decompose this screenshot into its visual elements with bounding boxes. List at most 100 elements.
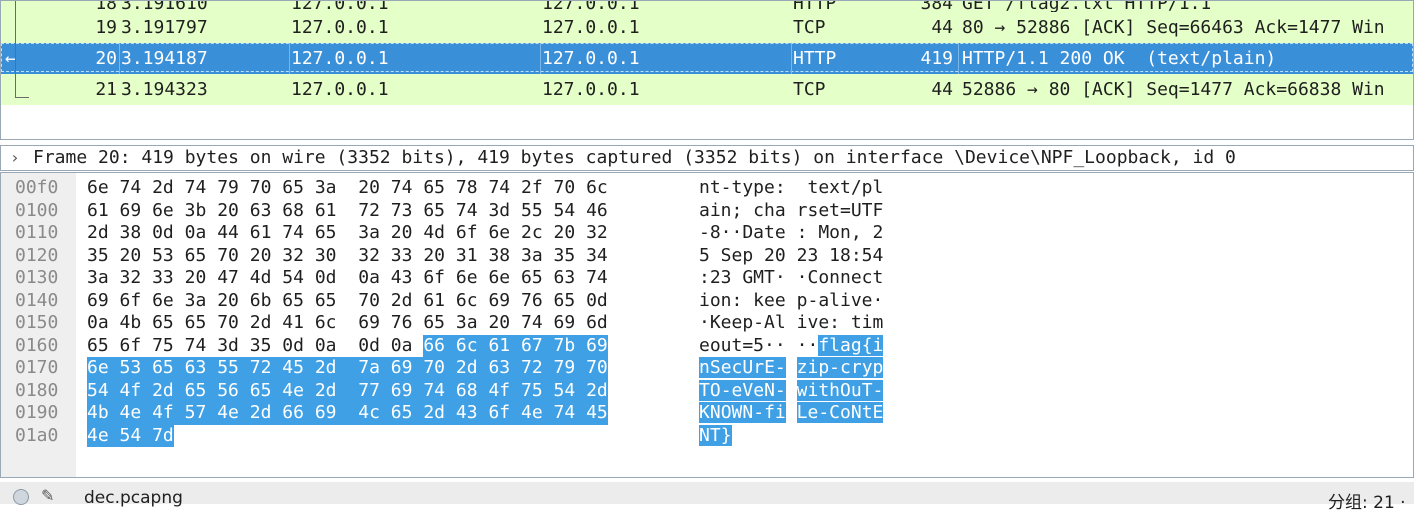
ascii-text[interactable]: ·Keep-Al — [699, 312, 786, 335]
hex-byte[interactable]: 32 — [120, 267, 142, 290]
hex-byte[interactable]: 70 — [358, 290, 380, 313]
hex-byte[interactable]: 61 — [423, 290, 445, 313]
hex-byte[interactable]: 2d — [423, 402, 456, 425]
packet-row[interactable]: 21 3.194323 127.0.0.1 127.0.0.1 TCP 44 52886 →… — [1, 74, 1413, 105]
hex-byte[interactable]: 33 — [391, 245, 413, 268]
hex-byte[interactable]: 6e — [488, 222, 510, 245]
hex-byte[interactable]: 68 — [455, 379, 489, 402]
hex-byte[interactable]: 70 — [586, 357, 608, 380]
ascii-text[interactable]: -8··Date — [699, 222, 786, 245]
hex-byte[interactable]: 6c — [315, 312, 337, 335]
packet-bytes-pane[interactable]: 00f0 6e 74 2d 74 79 70 65 3a 20 74 65 78 74 2f 70 6c nt-t… — [0, 172, 1414, 478]
hex-byte[interactable]: 6e — [87, 357, 120, 380]
hex-byte[interactable]: 7d — [152, 424, 174, 447]
ascii-text[interactable]: : Mon, 2 — [797, 222, 884, 245]
hex-byte[interactable]: 4e — [217, 402, 250, 425]
ascii-text[interactable]: rset=UTF — [797, 200, 884, 223]
hex-byte[interactable]: 3a — [358, 222, 380, 245]
hex-byte[interactable]: 57 — [184, 402, 218, 425]
ascii-text[interactable]: Le-CoNtE — [796, 402, 884, 425]
hex-byte[interactable]: 2d — [152, 177, 174, 200]
hex-byte[interactable]: 70 — [217, 312, 239, 335]
hex-byte[interactable]: 65 — [423, 312, 445, 335]
hex-byte[interactable]: 65 — [315, 290, 337, 313]
hex-byte[interactable]: 79 — [553, 357, 587, 380]
hex-byte[interactable]: 20 — [217, 290, 239, 313]
hex-byte[interactable]: 56 — [217, 379, 250, 402]
hex-byte[interactable]: 2d — [391, 290, 413, 313]
hex-byte[interactable]: 53 — [119, 357, 153, 380]
hex-byte[interactable]: 74 — [185, 177, 207, 200]
hex-byte[interactable]: 54 — [554, 200, 576, 223]
hex-byte[interactable]: 32 — [358, 245, 380, 268]
hex-byte[interactable]: 30 — [315, 245, 337, 268]
hex-byte[interactable]: 3a — [456, 312, 478, 335]
hex-byte[interactable]: 63 — [184, 357, 218, 380]
hex-byte[interactable]: 65 — [315, 222, 337, 245]
ascii-text[interactable]: KNOWN-fi — [699, 402, 786, 425]
ascii-text[interactable]: 23 18:54 — [797, 245, 884, 268]
ascii-text[interactable]: ive: tim — [797, 312, 884, 335]
hex-byte[interactable]: 3a — [315, 177, 337, 200]
hex-byte[interactable]: 6b — [250, 290, 272, 313]
hex-byte[interactable]: 20 — [554, 222, 576, 245]
hex-byte[interactable]: 4d — [250, 267, 272, 290]
hex-byte[interactable]: 69 — [314, 402, 359, 425]
hex-byte[interactable]: 2d — [314, 379, 359, 402]
hex-byte[interactable]: 65 — [185, 312, 207, 335]
hex-byte[interactable]: 79 — [217, 177, 239, 200]
hex-byte[interactable]: 4f — [152, 402, 185, 425]
chevron-right-icon[interactable]: › — [10, 146, 20, 170]
hex-byte[interactable]: 3d — [488, 200, 510, 223]
hex-byte[interactable]: 3b — [185, 200, 207, 223]
hex-byte[interactable]: 2d — [87, 222, 109, 245]
hex-byte[interactable]: 20 — [250, 245, 272, 268]
hex-byte[interactable]: 0d — [315, 267, 337, 290]
hex-byte[interactable]: 67 — [521, 334, 554, 357]
hex-byte[interactable]: 74 — [282, 222, 304, 245]
ascii-text[interactable]: nt-type: — [699, 177, 786, 200]
hex-byte[interactable]: 0a — [391, 335, 413, 358]
hex-byte[interactable]: 6e — [152, 200, 174, 223]
hex-byte[interactable]: 45 — [282, 357, 315, 380]
hex-byte[interactable]: 76 — [521, 290, 543, 313]
hex-byte[interactable]: 7b — [553, 334, 587, 357]
hex-byte[interactable]: 4e — [282, 379, 315, 402]
hex-byte[interactable]: 65 — [423, 200, 445, 223]
hex-byte[interactable]: 20 — [488, 312, 510, 335]
hex-byte[interactable]: 61 — [87, 200, 109, 223]
hex-byte[interactable]: 0d — [282, 335, 304, 358]
frame-summary[interactable]: Frame 20: 419 bytes on wire (3352 bits),… — [33, 146, 1236, 170]
hex-byte[interactable]: 32 — [586, 222, 608, 245]
hex-byte[interactable]: 63 — [250, 200, 272, 223]
hex-byte[interactable]: 66 — [423, 334, 456, 357]
hex-byte[interactable]: 2f — [521, 177, 543, 200]
hex-byte[interactable]: 54 — [553, 379, 587, 402]
ascii-text[interactable]: ··flag{i — [797, 334, 884, 358]
packet-row[interactable]: 19 3.191797 127.0.0.1 127.0.0.1 TCP 44 80 → 52… — [1, 12, 1413, 43]
hex-byte[interactable]: 65 — [554, 290, 576, 313]
hex-byte[interactable]: 47 — [217, 267, 239, 290]
hex-byte[interactable]: 75 — [152, 335, 174, 358]
hex-byte[interactable]: 72 — [358, 200, 380, 223]
hex-byte[interactable]: 31 — [456, 245, 478, 268]
hex-byte[interactable]: 6f — [456, 222, 478, 245]
hex-byte[interactable]: 4d — [423, 222, 445, 245]
hex-byte[interactable]: 41 — [282, 312, 304, 335]
packet-details-pane[interactable]: › Frame 20: 419 bytes on wire (3352 bits… — [0, 145, 1414, 171]
hex-byte[interactable]: 6f — [488, 402, 521, 425]
hex-byte[interactable]: 20 — [185, 267, 207, 290]
hex-byte[interactable]: 32 — [282, 245, 304, 268]
ascii-text[interactable]: eout=5·· — [699, 335, 786, 358]
hex-byte[interactable]: 4c — [358, 402, 391, 425]
hex-byte[interactable]: 74 — [521, 312, 543, 335]
hex-byte[interactable]: 6e — [152, 290, 174, 313]
hex-byte[interactable]: 74 — [456, 200, 478, 223]
ascii-text[interactable]: nSecUrE- — [699, 357, 786, 380]
hex-byte[interactable]: 44 — [217, 222, 239, 245]
hex-byte[interactable]: 54 — [282, 267, 304, 290]
hex-byte[interactable]: 65 — [249, 379, 283, 402]
ascii-text[interactable]: ·Connect — [797, 267, 884, 290]
hex-byte[interactable]: 65 — [152, 312, 174, 335]
hex-byte[interactable]: 76 — [391, 312, 413, 335]
